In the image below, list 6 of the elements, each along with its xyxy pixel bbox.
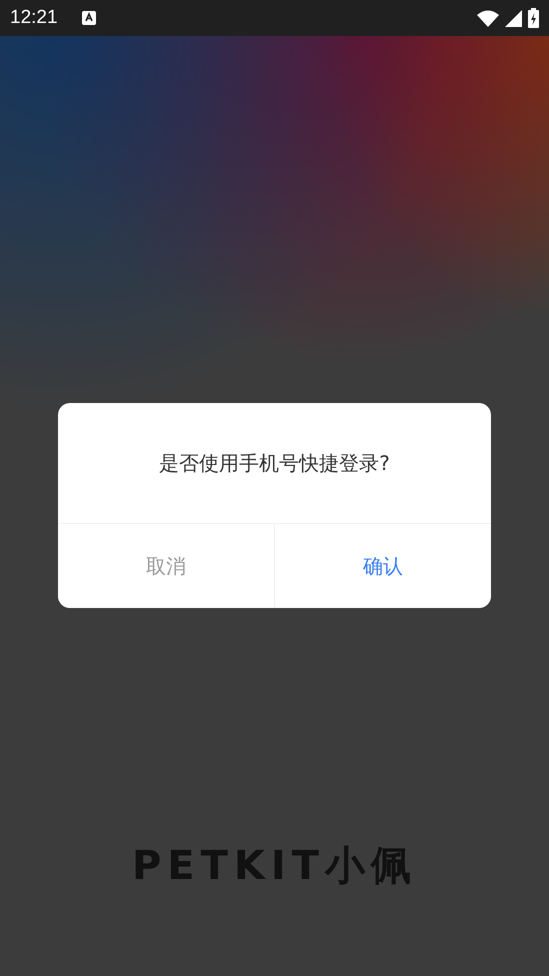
confirm-button[interactable]: 确认 <box>274 524 491 608</box>
notification-icon <box>82 11 96 25</box>
clock-time: 12:21 <box>10 7 58 29</box>
wifi-icon <box>477 10 499 26</box>
battery-icon <box>528 8 539 28</box>
signal-icon <box>505 10 522 26</box>
